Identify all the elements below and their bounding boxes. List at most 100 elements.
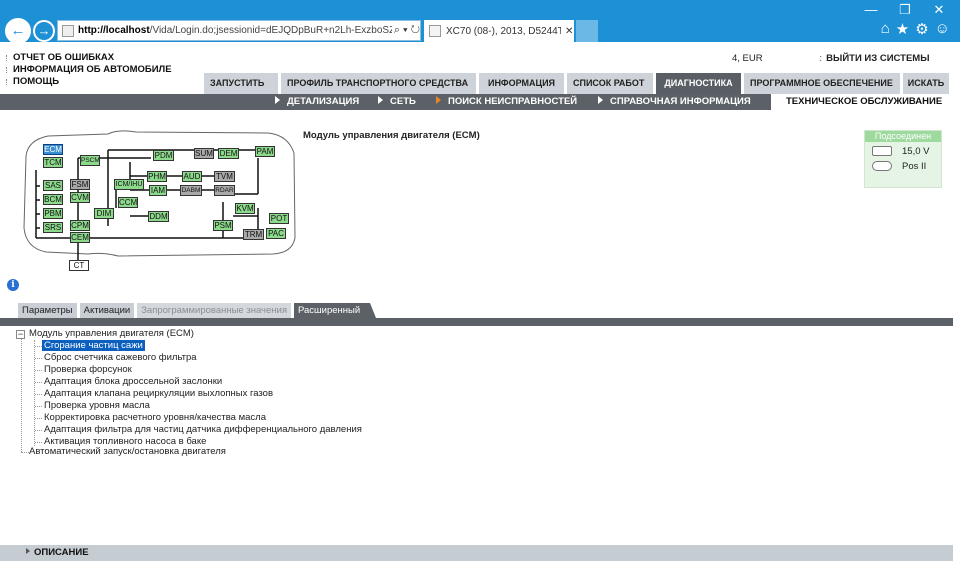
address-bar[interactable]: http://localhost/Vida/Login.do;jsessioni… bbox=[57, 20, 421, 41]
node-trm[interactable]: TRM bbox=[243, 229, 264, 240]
triangle-right-icon bbox=[598, 96, 603, 104]
node-ddm[interactable]: DDM bbox=[148, 211, 169, 222]
tree-item-oil-quality-correction[interactable]: Корректировка расчетного уровня/качества… bbox=[44, 412, 266, 424]
node-sas[interactable]: SAS bbox=[43, 180, 63, 191]
logout-link[interactable]: ВЫЙТИ ИЗ СИСТЕМЫ bbox=[819, 53, 929, 64]
tab-favicon-icon bbox=[429, 25, 441, 37]
tree-root-ecm[interactable]: − Модуль управления двигателя (ECM) bbox=[16, 328, 194, 340]
node-aud[interactable]: AUD bbox=[182, 171, 202, 182]
link-vehicle-info[interactable]: ИНФОРМАЦИЯ ОБ АВТОМОБИЛЕ bbox=[6, 64, 172, 76]
node-sum[interactable]: SUM bbox=[194, 148, 214, 159]
node-tvm[interactable]: TVM bbox=[214, 171, 235, 182]
voltage-row: 15,0 V bbox=[865, 145, 941, 157]
network-diagram: ECM TCM PSCM PDM SUM DEM PAM SAS FSM ICM… bbox=[18, 128, 298, 273]
subnav-network[interactable]: СЕТЬ bbox=[378, 94, 416, 110]
tree-guide-line bbox=[35, 382, 42, 383]
ignition-key-icon bbox=[872, 161, 892, 171]
tree-guide-line bbox=[21, 452, 29, 453]
node-iam[interactable]: IAM bbox=[149, 185, 167, 196]
node-fsm[interactable]: FSM bbox=[70, 179, 90, 190]
node-icm-ihu[interactable]: ICM/IHU bbox=[114, 179, 144, 190]
node-psm[interactable]: PSM bbox=[213, 220, 233, 231]
triangle-right-icon bbox=[378, 96, 383, 104]
top-links: ОТЧЕТ ОБ ОШИБКАХ ИНФОРМАЦИЯ ОБ АВТОМОБИЛ… bbox=[6, 52, 172, 88]
browser-chrome: — ❐ ✕ ← → http://localhost/Vida/Login.do… bbox=[0, 0, 960, 44]
tab-vehicle-profile[interactable]: ПРОФИЛЬ ТРАНСПОРТНОГО СРЕДСТВА bbox=[281, 73, 476, 94]
forward-arrow-icon[interactable]: → bbox=[33, 20, 55, 42]
ignition-value: Pos II bbox=[902, 160, 927, 172]
node-dem[interactable]: DEM bbox=[218, 148, 239, 159]
smiley-feedback-icon[interactable]: ☺ bbox=[935, 20, 950, 40]
connection-status-panel: Подсоединен 15,0 V Pos II bbox=[864, 130, 942, 188]
subnav-reference[interactable]: СПРАВОЧНАЯ ИНФОРМАЦИЯ bbox=[598, 94, 751, 110]
tab-activations[interactable]: Активации bbox=[79, 303, 135, 318]
link-help[interactable]: ПОМОЩЬ bbox=[6, 76, 172, 88]
voltage-value: 15,0 V bbox=[902, 145, 930, 157]
node-dim[interactable]: DIM bbox=[94, 208, 114, 219]
node-dabm[interactable]: DABM bbox=[180, 185, 202, 196]
tab-parameters[interactable]: Параметры bbox=[18, 303, 77, 318]
node-pdm[interactable]: PDM bbox=[153, 150, 174, 161]
node-pbm[interactable]: PBM bbox=[43, 208, 63, 219]
collapse-icon[interactable]: − bbox=[16, 330, 25, 339]
close-window-icon[interactable]: ✕ bbox=[922, 0, 956, 20]
node-tcm[interactable]: TCM bbox=[43, 157, 63, 168]
tab-software[interactable]: ПРОГРАММНОЕ ОБЕСПЕЧЕНИЕ bbox=[744, 73, 900, 94]
node-ecm[interactable]: ECM bbox=[43, 144, 63, 155]
settings-gear-icon[interactable]: ⚙ bbox=[915, 20, 928, 40]
tree-item-oil-level-check[interactable]: Проверка уровня масла bbox=[44, 400, 150, 412]
tree-guide-line bbox=[35, 418, 42, 419]
battery-icon bbox=[872, 146, 892, 156]
node-pscm[interactable]: PSCM bbox=[80, 155, 100, 166]
minimize-icon[interactable]: — bbox=[854, 0, 888, 20]
tree-item-egr-adaptation[interactable]: Адаптация клапана рециркуляции выхлопных… bbox=[44, 388, 273, 400]
subnav-troubleshooting[interactable]: ПОИСК НЕИСПРАВНОСТЕЙ bbox=[436, 94, 577, 110]
tab-programmed-values: Запрограммированные значения bbox=[137, 303, 291, 318]
tab-information[interactable]: ИНФОРМАЦИЯ bbox=[479, 73, 564, 94]
node-pac[interactable]: PAC bbox=[266, 228, 286, 239]
address-tools-icon[interactable]: ⌕ ▾ ↻ bbox=[394, 24, 420, 37]
node-srs[interactable]: SRS bbox=[43, 222, 63, 233]
tab-start[interactable]: ЗАПУСТИТЬ bbox=[204, 73, 278, 94]
tab-search[interactable]: ИСКАТЬ bbox=[903, 73, 949, 94]
module-title: Модуль управления двигателя (ECM) bbox=[303, 130, 480, 141]
home-icon[interactable]: ⌂ bbox=[881, 20, 890, 40]
tree-guide-line bbox=[35, 394, 42, 395]
node-cpm[interactable]: CPM bbox=[70, 220, 90, 231]
node-kvm[interactable]: KVM bbox=[235, 203, 255, 214]
tree-guide-line bbox=[35, 370, 42, 371]
new-tab-button[interactable] bbox=[576, 20, 598, 42]
node-cvm[interactable]: CVM bbox=[70, 192, 90, 203]
tree-item-injector-check[interactable]: Проверка форсунок bbox=[44, 364, 132, 376]
tree-item-dpf-sensor-adaptation[interactable]: Адаптация фильтра для частиц датчика диф… bbox=[44, 424, 362, 436]
tree-item-soot-burn[interactable]: Сгорание частиц сажи bbox=[42, 340, 145, 352]
tab-close-icon[interactable]: ✕ bbox=[565, 26, 573, 37]
restore-icon[interactable]: ❐ bbox=[888, 0, 922, 20]
tab-work-list[interactable]: СПИСОК РАБОТ bbox=[567, 73, 653, 94]
node-ct[interactable]: CT bbox=[69, 260, 89, 271]
browser-tab[interactable]: XC70 (08-), 2013, D5244T15,... ✕ bbox=[424, 20, 574, 42]
tree-guide-line bbox=[35, 430, 42, 431]
tree-item-throttle-adaptation[interactable]: Адаптация блока дроссельной заслонки bbox=[44, 376, 222, 388]
link-error-report[interactable]: ОТЧЕТ ОБ ОШИБКАХ bbox=[6, 52, 172, 64]
node-ccm[interactable]: CCM bbox=[118, 197, 138, 208]
window-controls: — ❐ ✕ bbox=[854, 0, 956, 20]
node-pam[interactable]: PAM bbox=[255, 146, 275, 157]
tab-advanced[interactable]: Расширенный bbox=[293, 303, 377, 318]
tab-diagnostics[interactable]: ДИАГНОСТИКА bbox=[656, 73, 741, 94]
back-arrow-icon[interactable]: ← bbox=[5, 18, 31, 44]
description-bar[interactable]: ОПИСАНИЕ bbox=[0, 545, 953, 561]
node-pot[interactable]: POT bbox=[269, 213, 289, 224]
tree-root-auto-start-stop[interactable]: Автоматический запуск/остановка двигател… bbox=[29, 446, 226, 458]
info-icon[interactable]: i bbox=[7, 279, 19, 291]
node-bcm[interactable]: BCM bbox=[43, 194, 63, 205]
node-rdar[interactable]: RDAR bbox=[214, 185, 235, 196]
tree-item-reset-filter-counter[interactable]: Сброс счетчика сажевого фильтра bbox=[44, 352, 197, 364]
favorites-star-icon[interactable]: ★ bbox=[896, 20, 909, 40]
subnav-detail[interactable]: ДЕТАЛИЗАЦИЯ bbox=[275, 94, 359, 110]
node-cem[interactable]: CEM bbox=[70, 232, 90, 243]
subnav-maintenance[interactable]: ТЕХНИЧЕСКОЕ ОБСЛУЖИВАНИЕ bbox=[771, 94, 953, 110]
tree-guide-line bbox=[35, 346, 42, 347]
user-info: 4, EUR bbox=[732, 53, 763, 64]
node-phm[interactable]: PHM bbox=[147, 171, 167, 182]
